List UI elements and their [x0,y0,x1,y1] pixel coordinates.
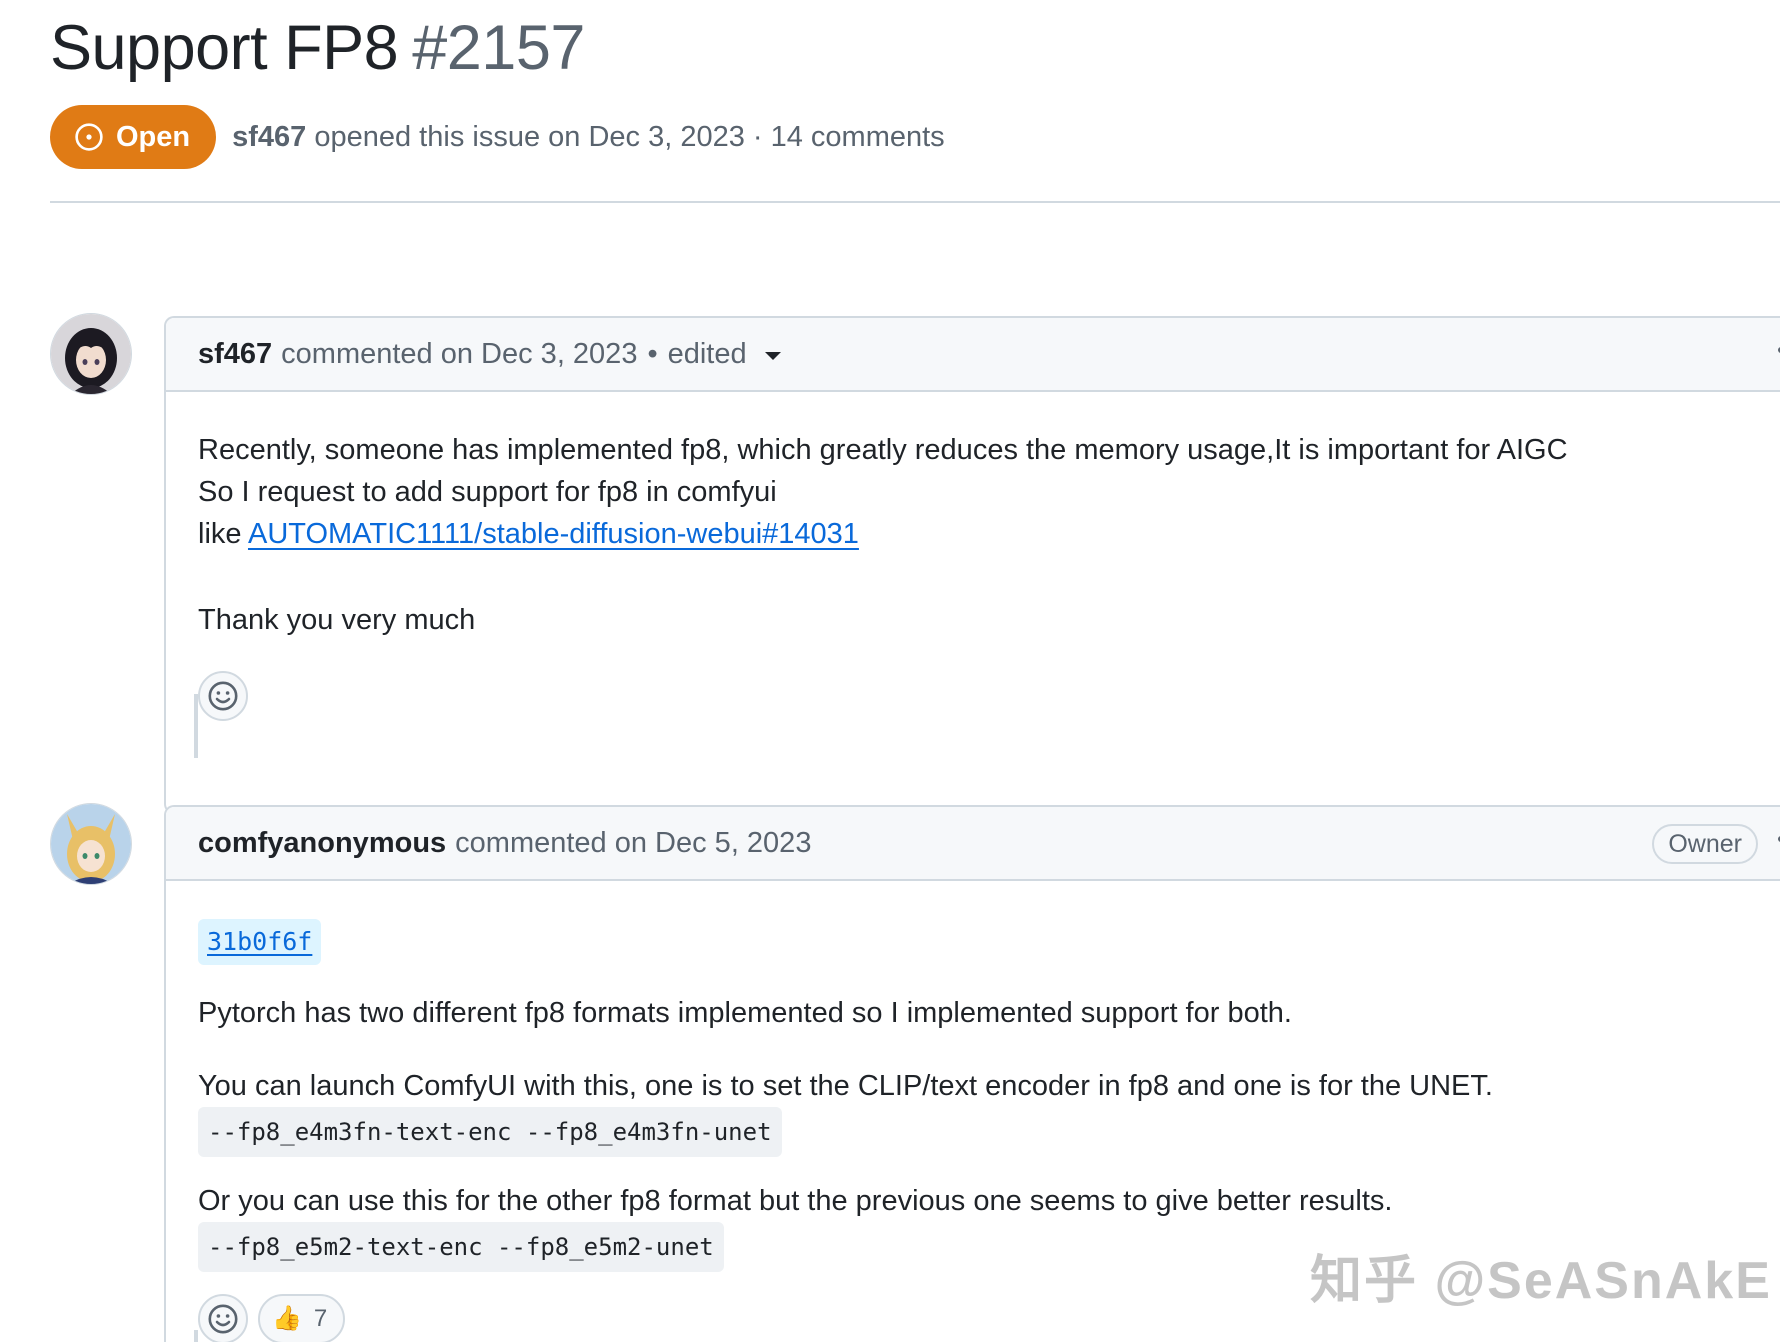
owner-badge: Owner [1652,824,1758,864]
divider [50,201,1780,203]
commit-line: 31b0f6f [198,919,1762,965]
body-line: Recently, someone has implemented fp8, w… [198,434,1568,466]
code-line: --fp8_e4m3fn-text-enc --fp8_e4m3fn-unet [198,1107,1762,1157]
comment-timestamp[interactable]: commented on Dec 5, 2023 [455,827,811,860]
body-line: Or you can use this for the other fp8 fo… [198,1185,1393,1217]
inline-code: --fp8_e5m2-text-enc --fp8_e5m2-unet [198,1222,724,1272]
edited-dropdown-label[interactable]: edited [668,338,747,371]
header-separator: • [647,337,658,370]
comment-timestamp[interactable]: commented on Dec 3, 2023 [281,338,637,371]
smiley-icon [208,681,238,711]
issue-number: #2157 [412,13,585,83]
issue-title-text: Support FP8 [50,13,399,83]
timeline-connector [194,694,198,758]
smiley-icon [208,1304,238,1334]
referenced-issue-link[interactable]: AUTOMATIC1111/stable-diffusion-webui#140… [248,518,859,550]
body-text: like [198,518,248,550]
reactions-bar [198,671,1762,721]
issue-open-icon [75,123,103,151]
body-line: So I request to add support for fp8 in c… [198,476,777,508]
avatar-sf467[interactable] [50,313,132,395]
thumbs-up-reaction-button[interactable]: 👍 7 [258,1294,346,1342]
issue-author-link[interactable]: sf467 [232,121,306,153]
avatar-comfyanonymous[interactable] [50,803,132,885]
inline-code: --fp8_e4m3fn-text-enc --fp8_e4m3fn-unet [198,1107,782,1157]
add-reaction-button[interactable] [198,1294,248,1342]
comment-header: comfyanonymous commented on Dec 5, 2023 … [166,807,1780,881]
comment-header: sf467 commented on Dec 3, 2023 • edited [166,318,1780,392]
issue-meta-detail: opened this issue on Dec 3, 2023 · 14 co… [314,120,945,153]
comment-author-link[interactable]: sf467 [198,338,272,371]
timeline-connector [194,1330,198,1342]
status-badge: Open [50,105,217,169]
body-line: Pytorch has two different fp8 formats im… [198,997,1292,1029]
status-label: Open [116,120,191,153]
body-line-with-link: like AUTOMATIC1111/stable-diffusion-webu… [198,513,1762,555]
comment-card: sf467 commented on Dec 3, 2023 • edited … [164,316,1780,814]
body-line: Thank you very much [198,604,476,636]
issue-meta: Open sf467 opened this issue on Dec 3, 2… [50,105,945,169]
commit-sha-link[interactable]: 31b0f6f [198,919,322,965]
comment-body: Recently, someone has implemented fp8, w… [166,392,1780,721]
anime-avatar-icon [51,804,131,884]
watermark: 知乎 @SeASnAkE [1310,1252,1772,1310]
anime-avatar-icon [51,314,131,394]
issue-meta-text: sf467 opened this issue on Dec 3, 2023 ·… [232,121,945,154]
reaction-count: 7 [313,1305,328,1332]
body-line: You can launch ComfyUI with this, one is… [198,1070,1493,1102]
add-reaction-button[interactable] [198,671,248,721]
issue-title: Support FP8 #2157 [50,12,585,84]
thumbs-up-icon: 👍 [272,1305,302,1332]
comment-author-link[interactable]: comfyanonymous [198,827,446,860]
chevron-down-icon[interactable] [764,352,781,360]
